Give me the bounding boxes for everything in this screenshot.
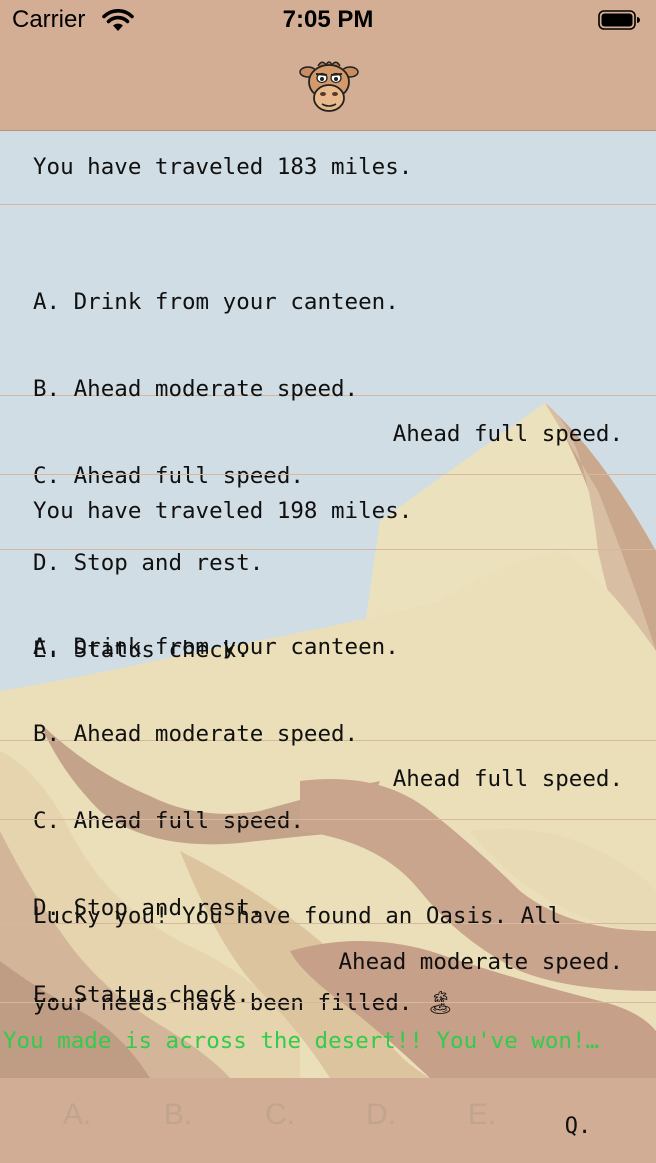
message-row: Ahead full speed. — [0, 396, 656, 475]
camel-face-icon — [299, 61, 359, 112]
message-row: Ahead moderate speed. — [0, 924, 656, 1003]
message-text: You have traveled 198 miles. — [33, 498, 413, 524]
clock: 7:05 PM — [282, 6, 374, 33]
option-d-button[interactable]: D. — [351, 1098, 411, 1132]
user-reply: Ahead full speed. — [392, 766, 623, 792]
option-e-button[interactable]: E. — [452, 1098, 512, 1132]
message-row: Lucky you! You have found an Oasis. All … — [0, 820, 656, 1016]
message-row: Ahead full speed. — [0, 741, 656, 820]
option-b-button[interactable]: B. — [148, 1098, 208, 1132]
message-list[interactable]: You have traveled 183 miles. A. Drink fr… — [0, 131, 656, 1078]
option-a-button[interactable]: A. — [47, 1098, 107, 1132]
user-reply: Ahead full speed. — [392, 421, 623, 447]
message-row: You made is across the desert!! You've w… — [0, 1003, 656, 1078]
option-c-button[interactable]: C. — [250, 1098, 310, 1132]
action-bar: A. B. C. D. E. Q. — [0, 1078, 656, 1163]
option-line: A. Drink from your canteen. — [33, 289, 399, 315]
quit-button[interactable]: Q. — [548, 1114, 608, 1139]
message-row: You have traveled 183 miles. — [0, 131, 656, 205]
message-row: A. Drink from your canteen. B. Ahead mod… — [0, 205, 656, 663]
win-message: You made is across the desert!! You've w… — [3, 1028, 600, 1054]
option-line: A. Drink from your canteen. — [33, 634, 399, 660]
navigation-bar: Carrier 7:05 PM — [0, 0, 656, 131]
status-bar: Carrier 7:05 PM — [0, 0, 656, 40]
message-row: A. Drink from your canteen. B. Ahead mod… — [0, 550, 656, 1008]
user-reply: Ahead moderate speed. — [338, 949, 623, 975]
battery-icon — [598, 10, 640, 30]
message-row: You have traveled 198 miles. — [0, 475, 656, 550]
message-text: You have traveled 183 miles. — [33, 154, 413, 180]
